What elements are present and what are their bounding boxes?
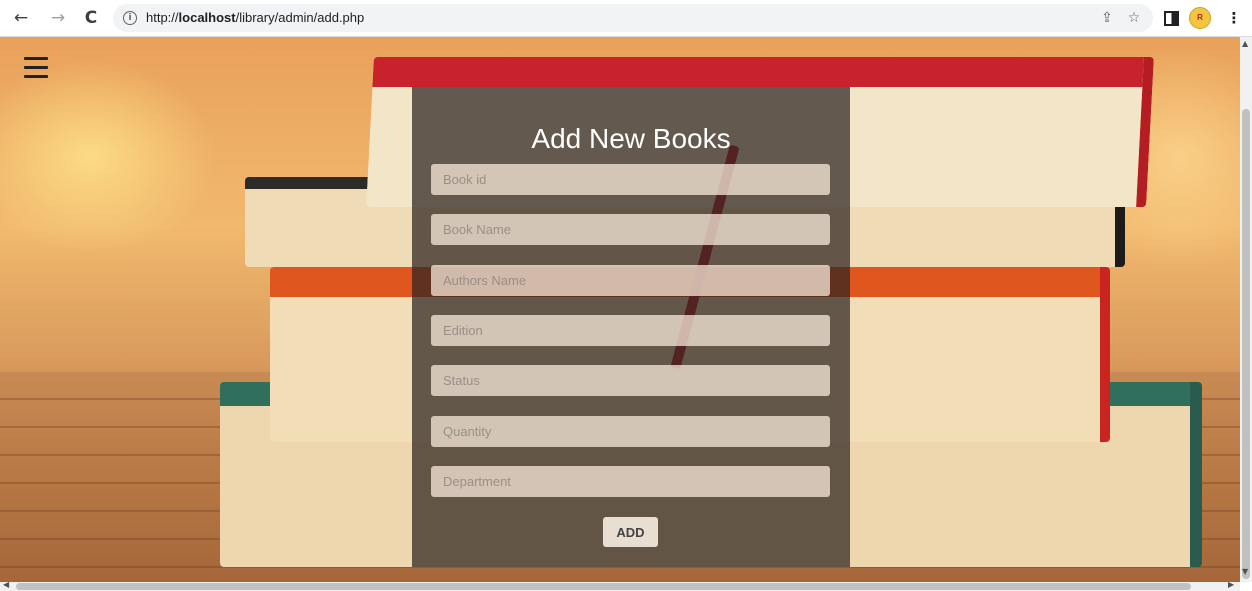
share-icon[interactable]: ⇪ bbox=[1098, 9, 1116, 27]
add-button[interactable]: ADD bbox=[603, 517, 658, 547]
browser-menu-icon[interactable]: ⋮ bbox=[1224, 8, 1244, 28]
bookmark-star-icon[interactable]: ☆ bbox=[1125, 9, 1143, 27]
hamburger-menu-icon[interactable] bbox=[24, 57, 48, 79]
side-panel-icon[interactable] bbox=[1164, 11, 1179, 26]
profile-avatar[interactable]: R bbox=[1189, 7, 1211, 29]
url-prefix: http:// bbox=[146, 10, 179, 25]
url-path: /library/admin/add.php bbox=[235, 10, 365, 25]
scroll-left-icon[interactable]: ◀ bbox=[3, 580, 9, 589]
address-bar[interactable]: i http://localhost/library/admin/add.php… bbox=[113, 4, 1153, 32]
status-input[interactable] bbox=[431, 365, 830, 396]
scroll-down-icon[interactable]: ▼ bbox=[1242, 567, 1248, 576]
url-text[interactable]: http://localhost/library/admin/add.php bbox=[146, 10, 364, 25]
quantity-input[interactable] bbox=[431, 416, 830, 447]
book-id-input[interactable] bbox=[431, 164, 830, 195]
horizontal-scrollbar[interactable]: ◀ ▶ bbox=[0, 580, 1240, 591]
form-title: Add New Books bbox=[531, 123, 731, 154]
department-input[interactable] bbox=[431, 466, 830, 497]
forward-arrow-icon[interactable]: → bbox=[47, 7, 69, 29]
page-viewport: Add New Books ADD bbox=[0, 37, 1240, 582]
vertical-scroll-thumb[interactable] bbox=[1242, 109, 1250, 579]
browser-toolbar: ← → C i http://localhost/library/admin/a… bbox=[0, 0, 1252, 37]
add-book-form: Add New Books ADD bbox=[412, 87, 850, 567]
back-arrow-icon[interactable]: ← bbox=[10, 7, 32, 29]
scroll-up-icon[interactable]: ▲ bbox=[1242, 39, 1248, 48]
reload-icon[interactable]: C bbox=[80, 7, 102, 29]
edition-input[interactable] bbox=[431, 315, 830, 346]
url-host: localhost bbox=[178, 10, 236, 25]
scroll-right-icon[interactable]: ▶ bbox=[1228, 580, 1234, 589]
horizontal-scroll-thumb[interactable] bbox=[16, 583, 1191, 590]
vertical-scrollbar[interactable]: ▲ ▼ bbox=[1240, 37, 1252, 582]
site-info-icon[interactable]: i bbox=[123, 11, 137, 25]
book-name-input[interactable] bbox=[431, 214, 830, 245]
authors-name-input[interactable] bbox=[431, 265, 830, 296]
